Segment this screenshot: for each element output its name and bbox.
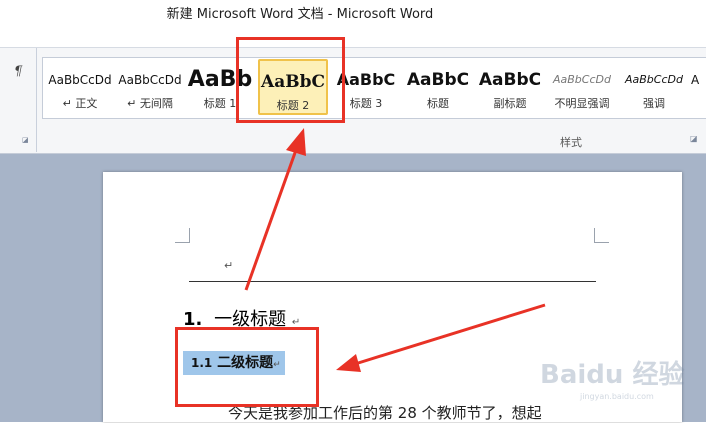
annotation-arrow-up-line [244,149,298,291]
annotation-arrow-left-line [354,303,546,366]
annotation-arrow-up-head [286,128,306,156]
annotation-arrow-left-head [336,354,361,372]
annotation-arrows [244,128,546,372]
